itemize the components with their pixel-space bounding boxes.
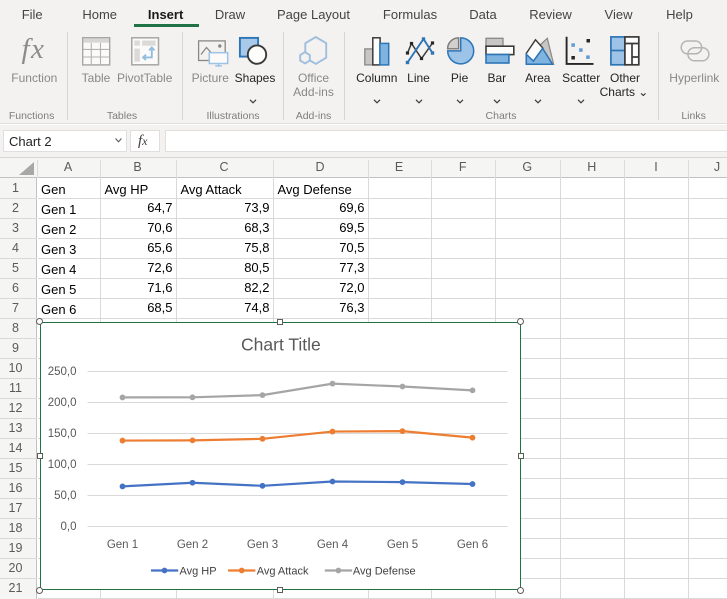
svg-text:Gen 2: Gen 2: [176, 539, 207, 551]
svg-text:200,0: 200,0: [47, 397, 76, 409]
svg-text:Chart Title: Chart Title: [241, 334, 321, 354]
svg-text:Gen 1: Gen 1: [106, 539, 137, 551]
svg-text:0,0: 0,0: [60, 521, 76, 533]
svg-text:150,0: 150,0: [47, 428, 76, 440]
svg-text:Avg Attack: Avg Attack: [256, 565, 308, 577]
svg-text:100,0: 100,0: [47, 459, 76, 471]
svg-text:Gen 4: Gen 4: [316, 539, 348, 551]
svg-text:Gen 5: Gen 5: [386, 539, 417, 551]
svg-text:50,0: 50,0: [54, 490, 76, 502]
svg-text:Avg HP: Avg HP: [179, 565, 216, 577]
svg-text:250,0: 250,0: [47, 366, 76, 378]
svg-text:Avg Defense: Avg Defense: [352, 565, 415, 577]
svg-text:Gen 3: Gen 3: [246, 539, 277, 551]
svg-text:Gen 6: Gen 6: [456, 539, 487, 551]
